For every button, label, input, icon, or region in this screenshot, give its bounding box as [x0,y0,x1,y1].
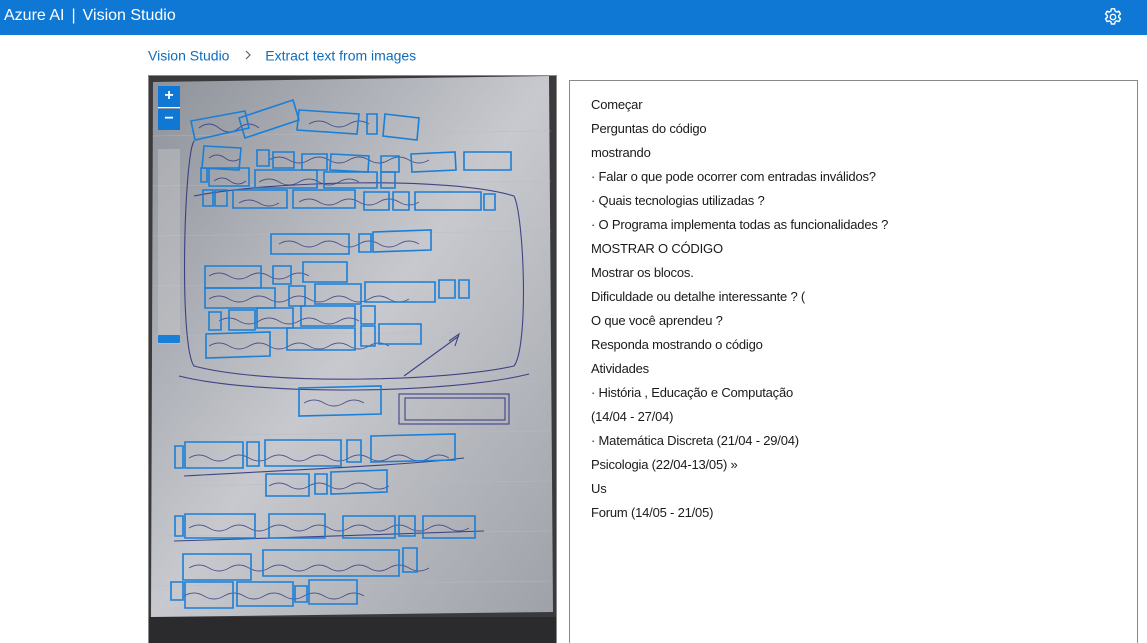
uploaded-photo [149,76,556,643]
extracted-text-line: Responda mostrando o código [591,337,763,352]
zoom-slider-track[interactable] [158,149,180,344]
extracted-text-line: Atividades [591,361,649,376]
brand-title[interactable]: Azure AI | Vision Studio [4,7,176,25]
extracted-text-line: MOSTRAR O CÓDIGO [591,241,723,256]
extracted-text-line: · Falar o que pode ocorrer com entradas … [591,169,876,184]
extracted-text-line: · O Programa implementa todas as funcion… [591,217,889,232]
extracted-text-line: (14/04 - 27/04) [591,409,674,424]
extracted-text-panel: Começar Perguntas do código mostrando · Fal… [569,80,1138,643]
extracted-text-line: Dificuldade ou detalhe interessante ? ( [591,289,806,304]
zoom-in-button[interactable]: + [158,86,180,108]
zoom-out-button[interactable]: − [158,109,180,130]
extracted-text-line: O que você aprendeu ? [591,313,723,328]
extracted-text-line: Começar [591,97,643,112]
extracted-text-line: Us [591,481,607,496]
extracted-text-line: Forum (14/05 - 21/05) [591,505,714,520]
extracted-text-line: Perguntas do código [591,121,707,136]
extracted-text-line: mostrando [591,145,651,160]
extracted-text-line: · História , Educação e Computação [591,385,794,400]
zoom-slider-thumb[interactable] [158,335,180,343]
top-header-bar: Azure AI | Vision Studio [0,0,1147,35]
breadcrumb: Vision Studio Extract text from images [148,46,416,63]
breadcrumb-vision-studio[interactable]: Vision Studio [148,47,229,63]
brand-product: Vision Studio [82,7,176,24]
breadcrumb-extract-text[interactable]: Extract text from images [265,47,416,63]
extracted-text-line: Mostrar os blocos. [591,265,694,280]
brand-separator: | [71,7,76,24]
gear-icon[interactable] [1103,7,1123,27]
image-viewer[interactable]: + − [148,75,557,643]
chevron-right-icon [245,50,252,60]
extracted-text-line: · Quais tecnologias utilizadas ? [591,193,765,208]
extracted-text-line: · Matemática Discreta (21/04 - 29/04) [591,433,799,448]
extracted-text-list: Começar Perguntas do código mostrando · Fal… [570,81,1137,525]
brand-azure-ai: Azure AI [4,7,65,24]
extracted-text-line: Psicologia (22/04-13/05) » [591,457,738,472]
